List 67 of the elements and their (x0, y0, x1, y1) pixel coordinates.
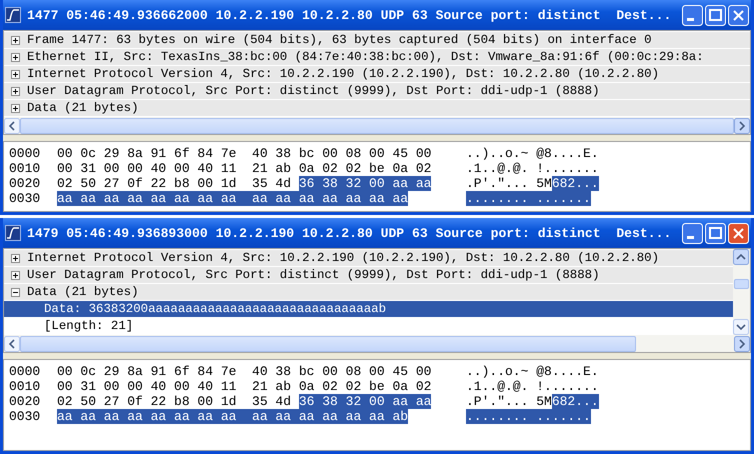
selected-ascii-text: ........ ....... (466, 191, 591, 206)
selected-ascii-text: ........ ....... (466, 409, 591, 424)
selected-ascii-text: 682... (552, 176, 599, 191)
ascii-text: .1..@.@. !....... (466, 161, 599, 176)
offset-text: 0010 (9, 379, 42, 394)
expand-icon[interactable] (11, 270, 20, 280)
scroll-left-icon[interactable] (4, 118, 20, 134)
hex-bytes: 00 0c 29 8a 91 6f 84 7e 40 38 bc 00 08 00 45 00 (57, 364, 432, 379)
scroll-down-icon[interactable] (733, 319, 749, 335)
ascii-text: .1..@.@. !....... (466, 379, 599, 394)
scroll-right-icon[interactable] (734, 336, 750, 352)
hex-bytes: 02 50 27 0f 22 b8 00 1d 35 4d (57, 176, 292, 191)
ascii-text: ..)..o.~ @8....E. (466, 146, 599, 161)
offset-text: 0010 (9, 161, 42, 176)
ascii-text: .P'."... 5M (466, 394, 552, 409)
hex-bytes: 00 0c 29 8a 91 6f 84 7e 40 38 bc 00 08 00 45 00 (57, 146, 432, 161)
tree-row[interactable]: User Datagram Protocol, Src Port: distinct (9999), Dst Port: ddi-udp-1 (8888) (4, 83, 750, 99)
waveform-icon (5, 7, 21, 23)
expand-icon[interactable] (11, 52, 20, 62)
selected-hex-bytes: 36 38 32 00 aa aa (298, 176, 432, 191)
ascii-text: ..)..o.~ @8....E. (466, 364, 599, 379)
offset-text: 0000 (9, 146, 42, 161)
scroll-right-icon[interactable] (734, 118, 750, 134)
offset-text: 0020 (9, 176, 42, 191)
selected-hex-bytes: 36 38 32 00 aa aa (298, 394, 432, 409)
scroll-up-icon[interactable] (733, 249, 749, 265)
scrollbar-thumb[interactable] (734, 279, 749, 289)
offset-text: 0030 (9, 191, 42, 206)
hex-bytes: 00 31 00 00 40 00 40 11 21 ab 0a 02 02 be 0a 02 (57, 379, 432, 394)
selected-hex-bytes: aa aa aa aa aa aa aa aa aa aa aa aa aa aa aa (57, 191, 408, 206)
expand-icon[interactable] (11, 104, 20, 112)
offset-text: 0020 (9, 394, 42, 409)
hex-bytes: 00 31 00 00 40 00 40 11 21 ab 0a 02 02 be 0a 02 (57, 161, 432, 176)
expand-icon[interactable] (11, 254, 20, 262)
expand-icon[interactable] (11, 36, 20, 44)
offset-text: 0030 (9, 409, 42, 424)
horizontal-scrollbar[interactable] (3, 335, 751, 353)
tree-row[interactable]: User Datagram Protocol, Src Port: distinct (9999), Dst Port: ddi-udp-1 (8888) (4, 267, 733, 283)
selected-ascii-text: 682... (552, 394, 599, 409)
tree-row[interactable]: Ethernet II, Src: TexasIns_38:bc:00 (84:7e:40:38:bc:00), Dst: Vmware_8a:91:6f (00:0c:29:8a: (4, 49, 750, 65)
tree-row[interactable]: Data (21 bytes) (4, 284, 733, 300)
tree-row[interactable]: Internet Protocol Version 4, Src: 10.2.2.190 (10.2.2.190), Dst: 10.2.2.80 (10.2.2.80) (4, 66, 750, 82)
tree-row[interactable]: Data (21 bytes) (4, 100, 750, 116)
selected-hex-bytes: aa aa aa aa aa aa aa aa aa aa aa aa aa aa ab (57, 409, 408, 424)
scrollbar-thumb[interactable] (20, 336, 636, 352)
tree-row[interactable]: Internet Protocol Version 4, Src: 10.2.2.190 (10.2.2.190), Dst: 10.2.2.80 (10.2.2.80) (4, 250, 733, 266)
tree-row[interactable]: Data: 36383200aaaaaaaaaaaaaaaaaaaaaaaaaaaaaaab (4, 301, 733, 317)
minimize-button[interactable] (682, 4, 703, 26)
ascii-text: .P'."... 5M (466, 176, 552, 191)
expand-icon[interactable] (11, 70, 20, 78)
tree-row[interactable]: Frame 1477: 63 bytes on wire (504 bits), 63 bytes captured (504 bits) on interface 0 (4, 32, 750, 48)
offset-text: 0000 (9, 364, 42, 379)
close-button[interactable] (728, 4, 749, 26)
vertical-scrollbar[interactable] (733, 249, 750, 335)
window-title: 1479 05:46:49.936893000 10.2.2.190 10.2.2.80 UDP 63 Source port: distinct Dest... (27, 226, 672, 240)
maximize-button[interactable] (705, 4, 726, 26)
close-button[interactable] (728, 222, 749, 244)
hex-bytes: 02 50 27 0f 22 b8 00 1d 35 4d (57, 394, 292, 409)
collapse-icon[interactable] (11, 288, 20, 296)
maximize-button[interactable] (705, 222, 726, 244)
waveform-icon (5, 225, 21, 241)
scrollbar-thumb[interactable] (20, 118, 734, 134)
horizontal-scrollbar[interactable] (3, 117, 751, 135)
scroll-left-icon[interactable] (4, 336, 20, 352)
window-title: 1477 05:46:49.936662000 10.2.2.190 10.2.2.80 UDP 63 Source port: distinct Dest... (27, 8, 672, 22)
expand-icon[interactable] (11, 86, 20, 96)
minimize-button[interactable] (682, 222, 703, 244)
